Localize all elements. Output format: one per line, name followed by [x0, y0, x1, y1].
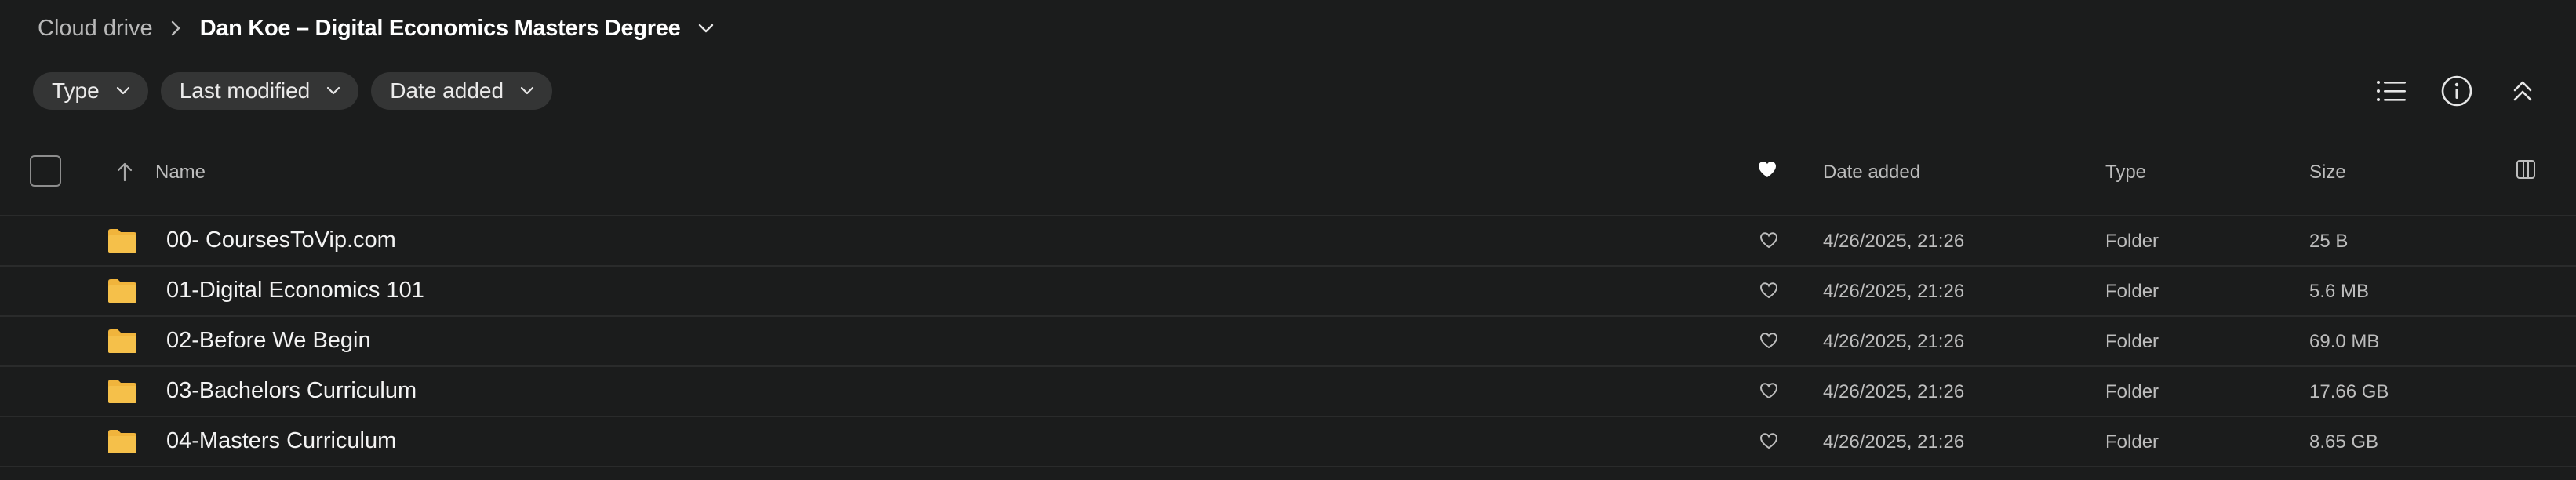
date-added: 4/26/2025, 21:26	[1823, 331, 1965, 352]
table-row[interactable]: 02-Before We Begin 4/26/2025, 21:26 Fold…	[0, 317, 2576, 367]
breadcrumb-current: Dan Koe – Digital Economics Masters Degr…	[199, 15, 681, 41]
heart-outline-icon[interactable]	[1759, 281, 1779, 301]
chevron-down-icon	[115, 86, 131, 96]
folder-icon	[107, 278, 138, 304]
breadcrumb: Cloud drive Dan Koe – Digital Economics …	[38, 11, 715, 45]
table-row[interactable]: 03-Bachelors Curriculum 4/26/2025, 21:26…	[0, 367, 2576, 417]
folder-icon	[107, 328, 138, 355]
type-filter-label: Type	[52, 78, 100, 103]
collapse-icon[interactable]	[2505, 74, 2540, 108]
chevron-down-icon[interactable]	[697, 23, 715, 34]
heart-outline-icon[interactable]	[1759, 331, 1779, 351]
cloud-drive-app: Cloud drive Dan Koe – Digital Economics …	[0, 0, 2576, 480]
sort-up-icon[interactable]	[115, 160, 135, 184]
file-type: Folder	[2105, 381, 2159, 402]
column-header-date-added[interactable]: Date added	[1823, 162, 1920, 184]
info-icon[interactable]	[2440, 74, 2474, 108]
chevron-right-icon	[170, 20, 181, 37]
type-filter-button[interactable]: Type	[33, 72, 148, 110]
column-header-type[interactable]: Type	[2105, 162, 2146, 184]
heart-outline-icon[interactable]	[1759, 381, 1779, 402]
date-added: 4/26/2025, 21:26	[1823, 231, 1965, 252]
file-list: 00- CoursesToVip.com 4/26/2025, 21:26 Fo…	[0, 216, 2576, 467]
date-added: 4/26/2025, 21:26	[1823, 281, 1965, 302]
file-type: Folder	[2105, 331, 2159, 352]
file-name[interactable]: 03-Bachelors Curriculum	[166, 378, 417, 404]
date-added-filter-button[interactable]: Date added	[371, 72, 553, 110]
table-row[interactable]: 01-Digital Economics 101 4/26/2025, 21:2…	[0, 267, 2576, 317]
table-header: Name Date added Type Size	[0, 144, 2576, 215]
file-name[interactable]: 04-Masters Curriculum	[166, 428, 396, 454]
folder-icon	[107, 428, 138, 455]
view-tools	[2374, 71, 2540, 111]
breadcrumb-root[interactable]: Cloud drive	[38, 16, 153, 42]
list-view-icon[interactable]	[2374, 74, 2408, 108]
folder-icon	[107, 378, 138, 405]
file-size: 69.0 MB	[2309, 331, 2380, 352]
date-added: 4/26/2025, 21:26	[1823, 381, 1965, 402]
chevron-down-icon	[519, 86, 535, 96]
heart-outline-icon[interactable]	[1759, 431, 1779, 452]
file-name[interactable]: 00- CoursesToVip.com	[166, 227, 396, 253]
last-modified-filter-button[interactable]: Last modified	[160, 72, 359, 110]
last-modified-filter-label: Last modified	[179, 78, 311, 103]
table-row[interactable]: 00- CoursesToVip.com 4/26/2025, 21:26 Fo…	[0, 216, 2576, 267]
file-size: 17.66 GB	[2309, 381, 2389, 402]
select-all-checkbox[interactable]	[30, 155, 61, 187]
file-name[interactable]: 01-Digital Economics 101	[166, 278, 424, 304]
file-size: 8.65 GB	[2309, 431, 2379, 453]
file-size: 25 B	[2309, 231, 2349, 252]
file-size: 5.6 MB	[2309, 281, 2370, 302]
date-added-filter-label: Date added	[390, 78, 504, 103]
column-header-name[interactable]: Name	[155, 162, 206, 184]
chevron-down-icon	[326, 86, 341, 96]
table-row[interactable]: 04-Masters Curriculum 4/26/2025, 21:26 F…	[0, 417, 2576, 467]
folder-icon	[107, 227, 138, 254]
date-added: 4/26/2025, 21:26	[1823, 431, 1965, 453]
file-type: Folder	[2105, 281, 2159, 302]
file-type: Folder	[2105, 431, 2159, 453]
file-type: Folder	[2105, 231, 2159, 252]
heart-outline-icon[interactable]	[1759, 231, 1779, 251]
heart-filled-icon[interactable]	[1757, 160, 1777, 184]
filter-bar: Type Last modified Date added	[33, 72, 553, 110]
column-header-size[interactable]: Size	[2309, 162, 2346, 184]
file-name[interactable]: 02-Before We Begin	[166, 328, 371, 354]
columns-icon[interactable]	[2515, 158, 2537, 186]
